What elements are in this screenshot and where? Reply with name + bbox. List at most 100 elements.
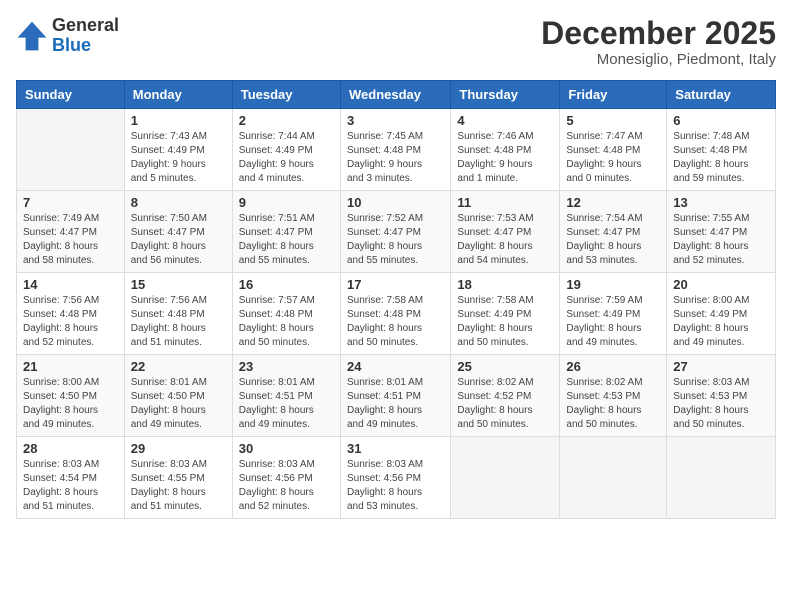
day-info: Sunrise: 7:58 AMSunset: 4:48 PMDaylight:… — [347, 294, 444, 350]
day-number: 23 — [239, 359, 334, 374]
calendar-cell: 1 Sunrise: 7:43 AMSunset: 4:49 PMDaylight… — [124, 109, 232, 191]
calendar-cell: 29 Sunrise: 8:03 AMSunset: 4:55 PMDayligh… — [124, 437, 232, 519]
day-info: Sunrise: 7:56 AMSunset: 4:48 PMDaylight:… — [131, 294, 226, 350]
day-info: Sunrise: 8:03 AMSunset: 4:56 PMDaylight:… — [347, 458, 444, 514]
day-number: 18 — [457, 277, 553, 292]
day-info: Sunrise: 8:01 AMSunset: 4:50 PMDaylight:… — [131, 376, 226, 432]
weekday-header-wednesday: Wednesday — [340, 81, 450, 109]
calendar-table: SundayMondayTuesdayWednesdayThursdayFrid… — [16, 80, 776, 519]
calendar-cell: 22 Sunrise: 8:01 AMSunset: 4:50 PMDayligh… — [124, 355, 232, 437]
day-info: Sunrise: 8:01 AMSunset: 4:51 PMDaylight:… — [239, 376, 334, 432]
day-info: Sunrise: 7:48 AMSunset: 4:48 PMDaylight:… — [673, 130, 769, 186]
day-info: Sunrise: 7:54 AMSunset: 4:47 PMDaylight:… — [566, 212, 660, 268]
day-info: Sunrise: 8:03 AMSunset: 4:54 PMDaylight:… — [23, 458, 118, 514]
month-title: December 2025 — [541, 16, 776, 51]
day-info: Sunrise: 8:02 AMSunset: 4:52 PMDaylight:… — [457, 376, 553, 432]
calendar-cell — [667, 437, 776, 519]
day-number: 20 — [673, 277, 769, 292]
day-number: 5 — [566, 113, 660, 128]
day-number: 26 — [566, 359, 660, 374]
calendar-cell: 12Sunrise: 7:54 AMSunset: 4:47 PMDayligh… — [560, 191, 667, 273]
calendar-cell: 27Sunrise: 8:03 AMSunset: 4:53 PMDayligh… — [667, 355, 776, 437]
calendar-cell: 6 Sunrise: 7:48 AMSunset: 4:48 PMDaylight… — [667, 109, 776, 191]
day-info: Sunrise: 8:00 AMSunset: 4:49 PMDaylight:… — [673, 294, 769, 350]
day-info: Sunrise: 7:44 AMSunset: 4:49 PMDaylight:… — [239, 130, 334, 186]
logo-icon — [16, 20, 48, 52]
calendar-cell: 2 Sunrise: 7:44 AMSunset: 4:49 PMDaylight… — [232, 109, 340, 191]
day-info: Sunrise: 8:01 AMSunset: 4:51 PMDaylight:… — [347, 376, 444, 432]
day-info: Sunrise: 8:03 AMSunset: 4:56 PMDaylight:… — [239, 458, 334, 514]
day-info: Sunrise: 7:43 AMSunset: 4:49 PMDaylight:… — [131, 130, 226, 186]
location-text: Monesiglio, Piedmont, Italy — [541, 51, 776, 68]
calendar-cell: 10Sunrise: 7:52 AMSunset: 4:47 PMDayligh… — [340, 191, 450, 273]
calendar-cell: 18 Sunrise: 7:58 AMSunset: 4:49 PMDayligh… — [451, 273, 560, 355]
calendar-cell: 15 Sunrise: 7:56 AMSunset: 4:48 PMDayligh… — [124, 273, 232, 355]
day-info: Sunrise: 8:03 AMSunset: 4:55 PMDaylight:… — [131, 458, 226, 514]
day-number: 19 — [566, 277, 660, 292]
day-info: Sunrise: 7:59 AMSunset: 4:49 PMDaylight:… — [566, 294, 660, 350]
day-number: 7 — [23, 195, 118, 210]
calendar-cell: 11Sunrise: 7:53 AMSunset: 4:47 PMDayligh… — [451, 191, 560, 273]
logo-blue-text: Blue — [52, 36, 119, 56]
calendar-cell: 30Sunrise: 8:03 AMSunset: 4:56 PMDayligh… — [232, 437, 340, 519]
day-info: Sunrise: 7:46 AMSunset: 4:48 PMDaylight:… — [457, 130, 553, 186]
calendar-cell: 19 Sunrise: 7:59 AMSunset: 4:49 PMDayligh… — [560, 273, 667, 355]
day-number: 25 — [457, 359, 553, 374]
weekday-header-row: SundayMondayTuesdayWednesdayThursdayFrid… — [17, 81, 776, 109]
day-info: Sunrise: 8:02 AMSunset: 4:53 PMDaylight:… — [566, 376, 660, 432]
day-number: 29 — [131, 441, 226, 456]
weekday-header-sunday: Sunday — [17, 81, 125, 109]
calendar-cell: 16 Sunrise: 7:57 AMSunset: 4:48 PMDayligh… — [232, 273, 340, 355]
day-info: Sunrise: 7:51 AMSunset: 4:47 PMDaylight:… — [239, 212, 334, 268]
page-header: General Blue December 2025 Monesiglio, P… — [16, 16, 776, 68]
day-info: Sunrise: 7:49 AMSunset: 4:47 PMDaylight:… — [23, 212, 118, 268]
calendar-cell: 23 Sunrise: 8:01 AMSunset: 4:51 PMDayligh… — [232, 355, 340, 437]
day-info: Sunrise: 7:47 AMSunset: 4:48 PMDaylight:… — [566, 130, 660, 186]
day-info: Sunrise: 7:58 AMSunset: 4:49 PMDaylight:… — [457, 294, 553, 350]
day-number: 6 — [673, 113, 769, 128]
weekday-header-thursday: Thursday — [451, 81, 560, 109]
calendar-cell — [560, 437, 667, 519]
calendar-cell: 14 Sunrise: 7:56 AMSunset: 4:48 PMDayligh… — [17, 273, 125, 355]
calendar-cell: 25 Sunrise: 8:02 AMSunset: 4:52 PMDayligh… — [451, 355, 560, 437]
day-info: Sunrise: 7:45 AMSunset: 4:48 PMDaylight:… — [347, 130, 444, 186]
day-number: 15 — [131, 277, 226, 292]
day-number: 1 — [131, 113, 226, 128]
day-number: 14 — [23, 277, 118, 292]
calendar-cell: 24Sunrise: 8:01 AMSunset: 4:51 PMDayligh… — [340, 355, 450, 437]
weekday-header-tuesday: Tuesday — [232, 81, 340, 109]
day-number: 28 — [23, 441, 118, 456]
calendar-cell — [17, 109, 125, 191]
calendar-week-row: 21Sunrise: 8:00 AMSunset: 4:50 PMDayligh… — [17, 355, 776, 437]
day-info: Sunrise: 7:56 AMSunset: 4:48 PMDaylight:… — [23, 294, 118, 350]
day-number: 3 — [347, 113, 444, 128]
calendar-cell: 7 Sunrise: 7:49 AMSunset: 4:47 PMDaylight… — [17, 191, 125, 273]
day-number: 22 — [131, 359, 226, 374]
weekday-header-saturday: Saturday — [667, 81, 776, 109]
calendar-cell: 4 Sunrise: 7:46 AMSunset: 4:48 PMDaylight… — [451, 109, 560, 191]
calendar-cell: 17 Sunrise: 7:58 AMSunset: 4:48 PMDayligh… — [340, 273, 450, 355]
calendar-cell: 9Sunrise: 7:51 AMSunset: 4:47 PMDaylight… — [232, 191, 340, 273]
day-info: Sunrise: 7:57 AMSunset: 4:48 PMDaylight:… — [239, 294, 334, 350]
calendar-cell: 28 Sunrise: 8:03 AMSunset: 4:54 PMDayligh… — [17, 437, 125, 519]
day-info: Sunrise: 7:55 AMSunset: 4:47 PMDaylight:… — [673, 212, 769, 268]
day-number: 16 — [239, 277, 334, 292]
calendar-cell: 31 Sunrise: 8:03 AMSunset: 4:56 PMDayligh… — [340, 437, 450, 519]
day-info: Sunrise: 8:00 AMSunset: 4:50 PMDaylight:… — [23, 376, 118, 432]
calendar-week-row: 1 Sunrise: 7:43 AMSunset: 4:49 PMDaylight… — [17, 109, 776, 191]
calendar-cell: 5 Sunrise: 7:47 AMSunset: 4:48 PMDaylight… — [560, 109, 667, 191]
day-number: 17 — [347, 277, 444, 292]
calendar-cell: 21Sunrise: 8:00 AMSunset: 4:50 PMDayligh… — [17, 355, 125, 437]
calendar-week-row: 14 Sunrise: 7:56 AMSunset: 4:48 PMDayligh… — [17, 273, 776, 355]
day-number: 31 — [347, 441, 444, 456]
day-info: Sunrise: 7:50 AMSunset: 4:47 PMDaylight:… — [131, 212, 226, 268]
calendar-week-row: 28 Sunrise: 8:03 AMSunset: 4:54 PMDayligh… — [17, 437, 776, 519]
day-number: 10 — [347, 195, 444, 210]
day-info: Sunrise: 7:53 AMSunset: 4:47 PMDaylight:… — [457, 212, 553, 268]
logo-general-text: General — [52, 16, 119, 36]
day-number: 4 — [457, 113, 553, 128]
calendar-cell: 26 Sunrise: 8:02 AMSunset: 4:53 PMDayligh… — [560, 355, 667, 437]
day-number: 8 — [131, 195, 226, 210]
day-number: 27 — [673, 359, 769, 374]
day-number: 2 — [239, 113, 334, 128]
